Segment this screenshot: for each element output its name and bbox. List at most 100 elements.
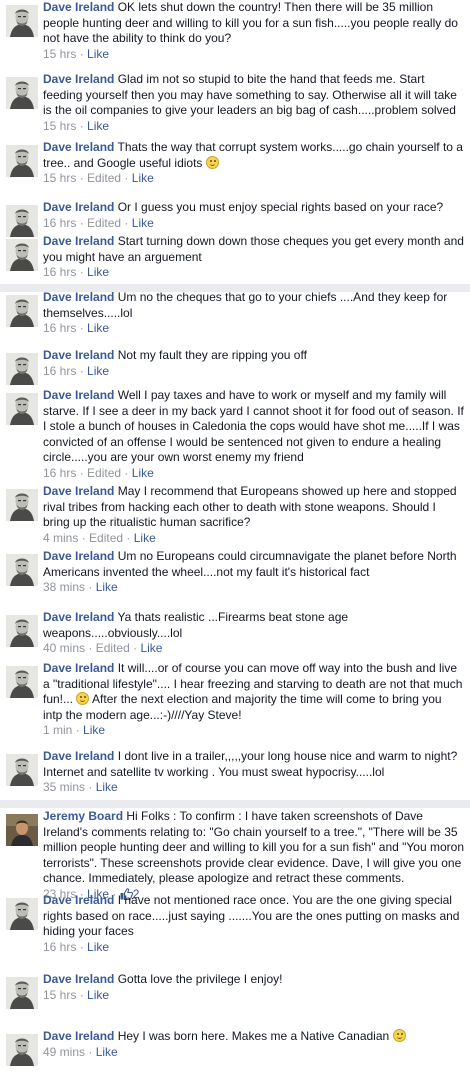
comment-timestamp[interactable]: 15 hrs [43,988,76,1002]
sketch-portrait-avatar-icon[interactable] [6,239,38,271]
sketch-portrait-avatar-icon[interactable] [6,615,38,647]
comment-author-link[interactable]: Dave Ireland [43,234,114,248]
comment-author-link[interactable]: Dave Ireland [43,388,114,402]
comment-timestamp[interactable]: 16 hrs [43,321,76,335]
like-link[interactable]: Like [132,216,154,230]
meta-separator: · [88,580,93,594]
comment-author-link[interactable]: Dave Ireland [43,661,114,675]
comment-body: Dave Ireland Start turning down down tho… [43,234,464,281]
like-link[interactable]: Like [96,1045,118,1059]
sketch-portrait-avatar-icon[interactable] [6,754,38,786]
comment-author-link[interactable]: Dave Ireland [43,348,114,362]
edited-label[interactable]: Edited [89,531,123,545]
meta-separator: · [79,265,84,279]
meta-separator: · [79,118,84,133]
meta-separator: · [79,363,84,378]
comment-body: Dave Ireland Hey I was born here. Makes … [43,1029,464,1060]
comment-timestamp[interactable]: 15 hrs [43,119,76,133]
comment-body: Dave Ireland Um no Europeans could circu… [43,549,464,596]
comment-text: Hey I was born here. Makes me a Native C… [117,1029,390,1043]
like-link[interactable]: Like [96,580,118,594]
like-link[interactable]: Like [87,364,109,378]
like-link[interactable]: Like [87,321,109,335]
edited-label[interactable]: Edited [87,171,121,185]
comment-timestamp[interactable]: 4 mins [43,531,78,545]
photo-avatar-icon[interactable] [6,814,38,846]
comment-meta: 16 hrs · Like [43,265,464,281]
sketch-portrait-avatar-icon[interactable] [6,489,38,521]
comment-author-link[interactable]: Dave Ireland [43,1029,114,1043]
comment-body: Jeremy Board Hi Folks : To confirm : I h… [43,809,464,904]
edited-label[interactable]: Edited [87,216,121,230]
meta-separator: · [79,171,84,185]
sketch-portrait-avatar-icon[interactable] [6,353,38,385]
sketch-portrait-avatar-icon[interactable] [6,393,38,425]
comment-body: Dave Ireland Glad im not so stupid to bi… [43,72,464,134]
meta-separator: · [79,321,84,335]
sketch-portrait-avatar-icon[interactable] [6,77,38,109]
comment-timestamp[interactable]: 16 hrs [43,364,76,378]
comment-timestamp[interactable]: 16 hrs [43,940,76,954]
like-link[interactable]: Like [87,988,109,1002]
comment-meta: 16 hrs · Edited · Like [43,466,464,482]
comment-meta: 16 hrs · Edited · Like [43,216,464,232]
comment-author-link[interactable]: Dave Ireland [43,200,114,214]
meta-separator: · [88,1044,93,1059]
comment-body: Dave Ireland Or I guess you must enjoy s… [43,200,464,231]
comment-timestamp[interactable]: 49 mins [43,1045,85,1059]
like-link[interactable]: Like [140,641,162,655]
comment-author-link[interactable]: Dave Ireland [43,290,114,304]
sketch-portrait-avatar-icon[interactable] [6,145,38,177]
comment-timestamp[interactable]: 38 mins [43,580,85,594]
meta-separator: · [79,939,84,954]
comment-meta: 15 hrs · Edited · Like [43,171,464,187]
comment-timestamp[interactable]: 16 hrs [43,265,76,279]
like-link[interactable]: Like [87,119,109,133]
sketch-portrait-avatar-icon[interactable] [6,295,38,327]
comment-meta: 1 min · Like [43,723,464,739]
comment-timestamp[interactable]: 15 hrs [43,47,76,61]
meta-separator: · [79,465,84,480]
like-link[interactable]: Like [132,171,154,185]
comment-author-link[interactable]: Dave Ireland [43,0,114,14]
comment-meta: 49 mins · Like [43,1045,464,1061]
comment-author-link[interactable]: Dave Ireland [43,140,114,154]
sketch-portrait-avatar-icon[interactable] [6,977,38,1009]
comment-meta: 15 hrs · Like [43,47,464,63]
sketch-portrait-avatar-icon[interactable] [6,666,38,698]
like-link[interactable]: Like [87,47,109,61]
comment-author-link[interactable]: Dave Ireland [43,893,114,907]
sketch-portrait-avatar-icon[interactable] [6,898,38,930]
like-link[interactable]: Like [87,940,109,954]
comment-author-link[interactable]: Dave Ireland [43,549,114,563]
comment-author-link[interactable]: Dave Ireland [43,72,114,86]
comment-body: Dave Ireland Ya thats realistic ...Firea… [43,610,464,657]
like-link[interactable]: Like [87,265,109,279]
comment-author-link[interactable]: Dave Ireland [43,610,114,624]
comment-timestamp[interactable]: 40 mins [43,641,85,655]
comment-timestamp[interactable]: 35 mins [43,780,85,794]
sketch-portrait-avatar-icon[interactable] [6,205,38,237]
comment-author-link[interactable]: Dave Ireland [43,484,114,498]
comment-timestamp[interactable]: 1 min [43,723,72,737]
like-link[interactable]: Like [83,723,105,737]
edited-label[interactable]: Edited [96,641,130,655]
like-link[interactable]: Like [96,780,118,794]
comment-author-link[interactable]: Dave Ireland [43,972,114,986]
like-link[interactable]: Like [134,531,156,545]
comment-timestamp[interactable]: 15 hrs [43,171,76,185]
meta-separator: · [124,171,129,185]
edited-label[interactable]: Edited [87,466,121,480]
comment-timestamp[interactable]: 16 hrs [43,466,76,480]
comment-author-link[interactable]: Jeremy Board [43,809,123,823]
comment-author-link[interactable]: Dave Ireland [43,749,114,763]
comment-timestamp[interactable]: 16 hrs [43,216,76,230]
sketch-portrait-avatar-icon[interactable] [6,5,38,37]
comment-body: Dave Ireland Um no the cheques that go t… [43,290,464,337]
like-link[interactable]: Like [132,466,154,480]
meta-separator: · [79,987,84,1002]
sketch-portrait-avatar-icon[interactable] [6,1034,38,1066]
meta-separator: · [88,641,93,655]
comment-text-continued: After the next election and majority the… [43,692,442,722]
sketch-portrait-avatar-icon[interactable] [6,554,38,586]
